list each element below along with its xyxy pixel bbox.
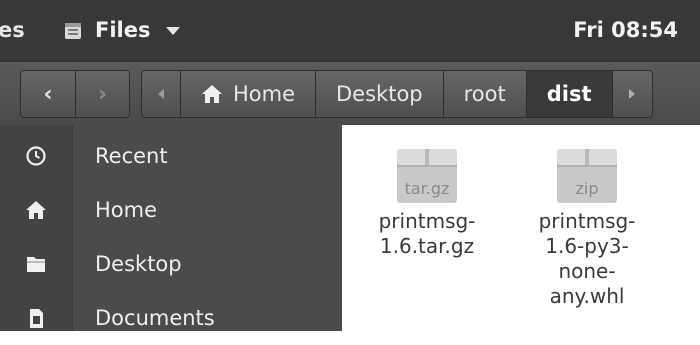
crumb-label: Desktop bbox=[336, 82, 423, 106]
sidebar-item-label: Documents bbox=[95, 306, 215, 330]
sidebar-item-recent[interactable]: Recent bbox=[0, 129, 342, 183]
crumb-label: root bbox=[463, 82, 506, 106]
files-app-icon bbox=[65, 23, 81, 39]
document-icon bbox=[30, 309, 43, 328]
file-name: printmsg-1.6-py3-none-any.whl bbox=[538, 209, 636, 308]
crumb-label: Home bbox=[233, 82, 296, 106]
chevron-left-icon: ‹ bbox=[43, 81, 53, 107]
file-name: printmsg-1.6.tar.gz bbox=[378, 209, 476, 258]
sidebar-item-label: Home bbox=[95, 198, 158, 222]
file-item[interactable]: zip printmsg-1.6-py3-none-any.whl bbox=[526, 143, 648, 309]
clock-icon bbox=[26, 146, 46, 166]
sidebar-item-documents[interactable]: Documents bbox=[0, 291, 342, 345]
activities-label[interactable]: es bbox=[0, 18, 25, 42]
places-sidebar: Recent Home Desktop Documents bbox=[0, 125, 342, 331]
app-menu-caret-icon[interactable] bbox=[166, 27, 180, 35]
archive-type-label: zip bbox=[575, 179, 599, 198]
sidebar-item-label: Recent bbox=[95, 144, 168, 168]
file-view[interactable]: tar.gz printmsg-1.6.tar.gz zip printmsg-… bbox=[342, 125, 700, 331]
package-icon: zip bbox=[551, 143, 623, 205]
triangle-left-icon bbox=[158, 89, 164, 99]
header-bar: ‹ › Home Desktop root dist bbox=[0, 61, 700, 126]
forward-button[interactable]: › bbox=[75, 71, 129, 117]
folder-icon bbox=[27, 257, 45, 272]
path-scroll-left-button[interactable] bbox=[142, 71, 180, 117]
app-menu-label[interactable]: Files bbox=[95, 18, 150, 42]
home-icon bbox=[202, 85, 222, 103]
package-icon: tar.gz bbox=[391, 143, 463, 205]
path-scroll-right-button[interactable] bbox=[611, 71, 652, 117]
triangle-right-icon bbox=[629, 89, 636, 99]
navigation-buttons: ‹ › bbox=[20, 70, 130, 118]
archive-type-label: tar.gz bbox=[404, 179, 450, 198]
file-item[interactable]: tar.gz printmsg-1.6.tar.gz bbox=[366, 143, 488, 259]
back-button[interactable]: ‹ bbox=[21, 71, 75, 117]
home-icon bbox=[26, 201, 46, 219]
crumb-dist[interactable]: dist bbox=[525, 71, 612, 117]
top-panel: es Files Fri 08:54 bbox=[0, 0, 700, 61]
sidebar-item-home[interactable]: Home bbox=[0, 183, 342, 237]
crumb-root[interactable]: root bbox=[442, 71, 526, 117]
path-bar: Home Desktop root dist bbox=[141, 70, 653, 118]
crumb-label: dist bbox=[546, 82, 592, 106]
clock[interactable]: Fri 08:54 bbox=[573, 18, 678, 42]
crumb-desktop[interactable]: Desktop bbox=[315, 71, 443, 117]
sidebar-item-label: Desktop bbox=[95, 252, 182, 276]
crumb-home[interactable]: Home bbox=[180, 71, 315, 117]
chevron-right-icon: › bbox=[97, 81, 108, 107]
sidebar-item-desktop[interactable]: Desktop bbox=[0, 237, 342, 291]
